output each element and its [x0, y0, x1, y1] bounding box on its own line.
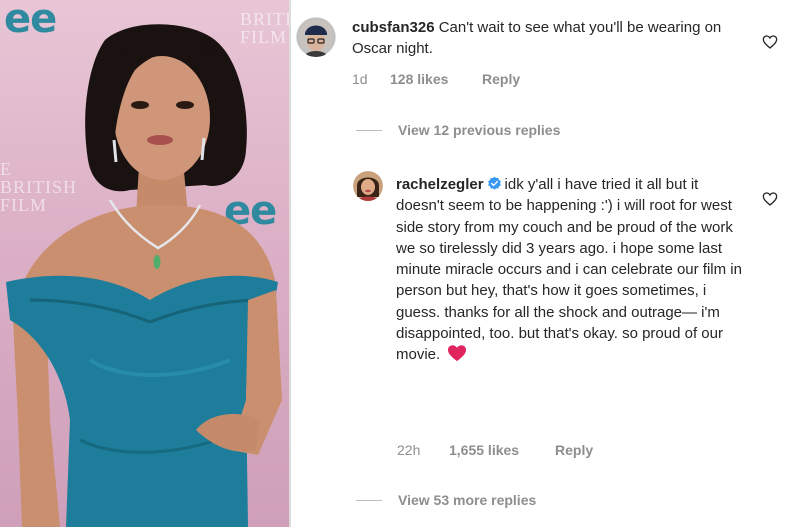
view-more-replies[interactable]: View 53 more replies: [356, 492, 536, 508]
comment-username[interactable]: cubsfan326: [352, 19, 435, 36]
like-heart-icon[interactable]: [762, 191, 778, 207]
reply-button[interactable]: Reply: [482, 71, 520, 87]
comment-body: idk y'all i have tried it all but it doe…: [396, 176, 742, 364]
view-previous-label[interactable]: View 12 previous replies: [398, 122, 560, 138]
comment-time: 1d: [352, 71, 368, 87]
verified-badge-icon: [487, 176, 501, 190]
comment-cubsfan326: cubsfan326 Can't wait to see what you'll…: [352, 17, 722, 60]
comment-meta-1: 1d 128 likes Reply: [352, 71, 520, 87]
reply-button[interactable]: Reply: [555, 442, 593, 458]
heart-emoji: [447, 344, 467, 368]
comment-meta-2: 22h 1,655 likes Reply: [397, 442, 593, 458]
user-avatar-icon: [296, 17, 336, 57]
replies-dash: [356, 499, 382, 501]
comment-rachelzegler: rachelzegler idk y'all i have tried it a…: [396, 174, 748, 369]
woman-figure: [6, 24, 282, 527]
avatar-rachelzegler[interactable]: [353, 171, 383, 201]
user-avatar-icon: [353, 171, 383, 201]
panel-divider: [289, 0, 291, 527]
comment-likes[interactable]: 1,655 likes: [449, 442, 555, 458]
like-heart-icon[interactable]: [762, 34, 778, 50]
view-previous-replies[interactable]: View 12 previous replies: [356, 122, 560, 138]
avatar-cubsfan326[interactable]: [296, 17, 336, 57]
comment-time: 22h: [397, 442, 421, 458]
comment-likes[interactable]: 128 likes: [390, 71, 482, 87]
replies-dash: [356, 129, 382, 131]
comment-username[interactable]: rachelzegler: [396, 176, 484, 193]
view-more-label[interactable]: View 53 more replies: [398, 492, 536, 508]
red-heart-icon: [448, 345, 467, 362]
celebrity-photo: ee ee BRITISH FILM A E BRITISH FILM: [0, 0, 289, 527]
